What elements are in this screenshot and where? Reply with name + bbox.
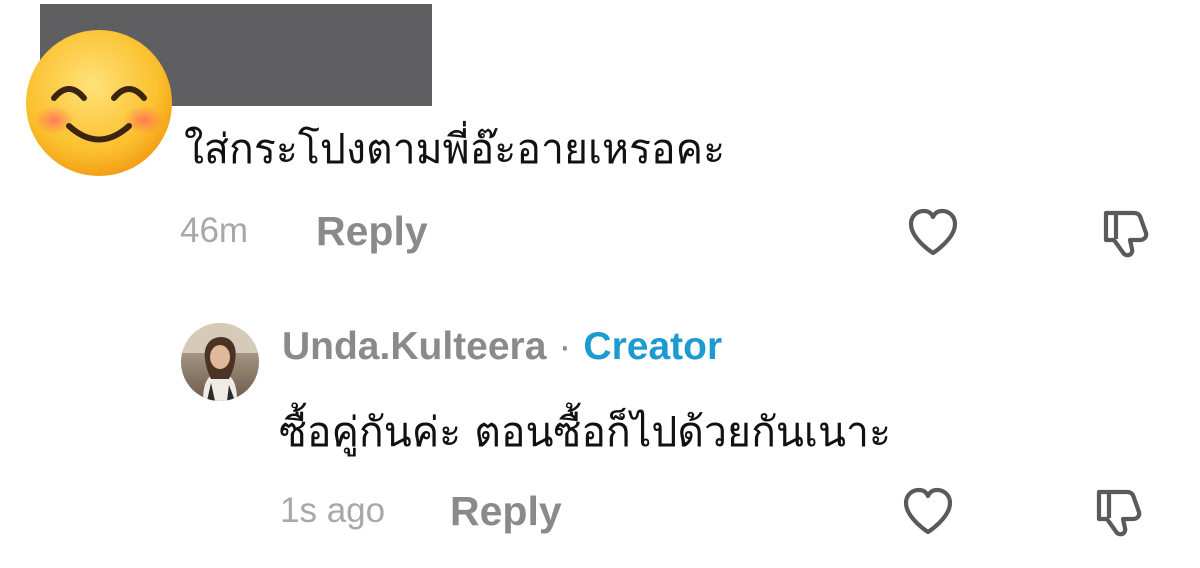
thumbs-down-outline-icon[interactable] [1094, 203, 1154, 263]
comment-timestamp: 46m [180, 211, 249, 250]
reply-comment-text: ซื้อคู่กันค่ะ ตอนซื้อก็ไปด้วยกันเนาะ [279, 408, 892, 456]
reply-button[interactable]: Reply [316, 208, 428, 255]
separator-dot: · [558, 325, 572, 368]
heart-outline-icon[interactable] [898, 482, 958, 542]
reply-button[interactable]: Reply [450, 488, 562, 535]
reply-timestamp: 1s ago [280, 491, 386, 530]
smiling-face-emoji-icon[interactable] [24, 28, 174, 178]
reply-header: Unda.Kulteera · Creator [282, 325, 722, 369]
thumbs-down-outline-icon[interactable] [1087, 482, 1147, 542]
creator-badge: Creator [583, 325, 723, 368]
username[interactable]: Unda.Kulteera [282, 325, 546, 368]
heart-outline-icon[interactable] [903, 203, 963, 263]
avatar[interactable] [181, 323, 259, 401]
comment-text: ใส่กระโปงตามพี่อ๊ะอายเหรอคะ [184, 125, 726, 173]
